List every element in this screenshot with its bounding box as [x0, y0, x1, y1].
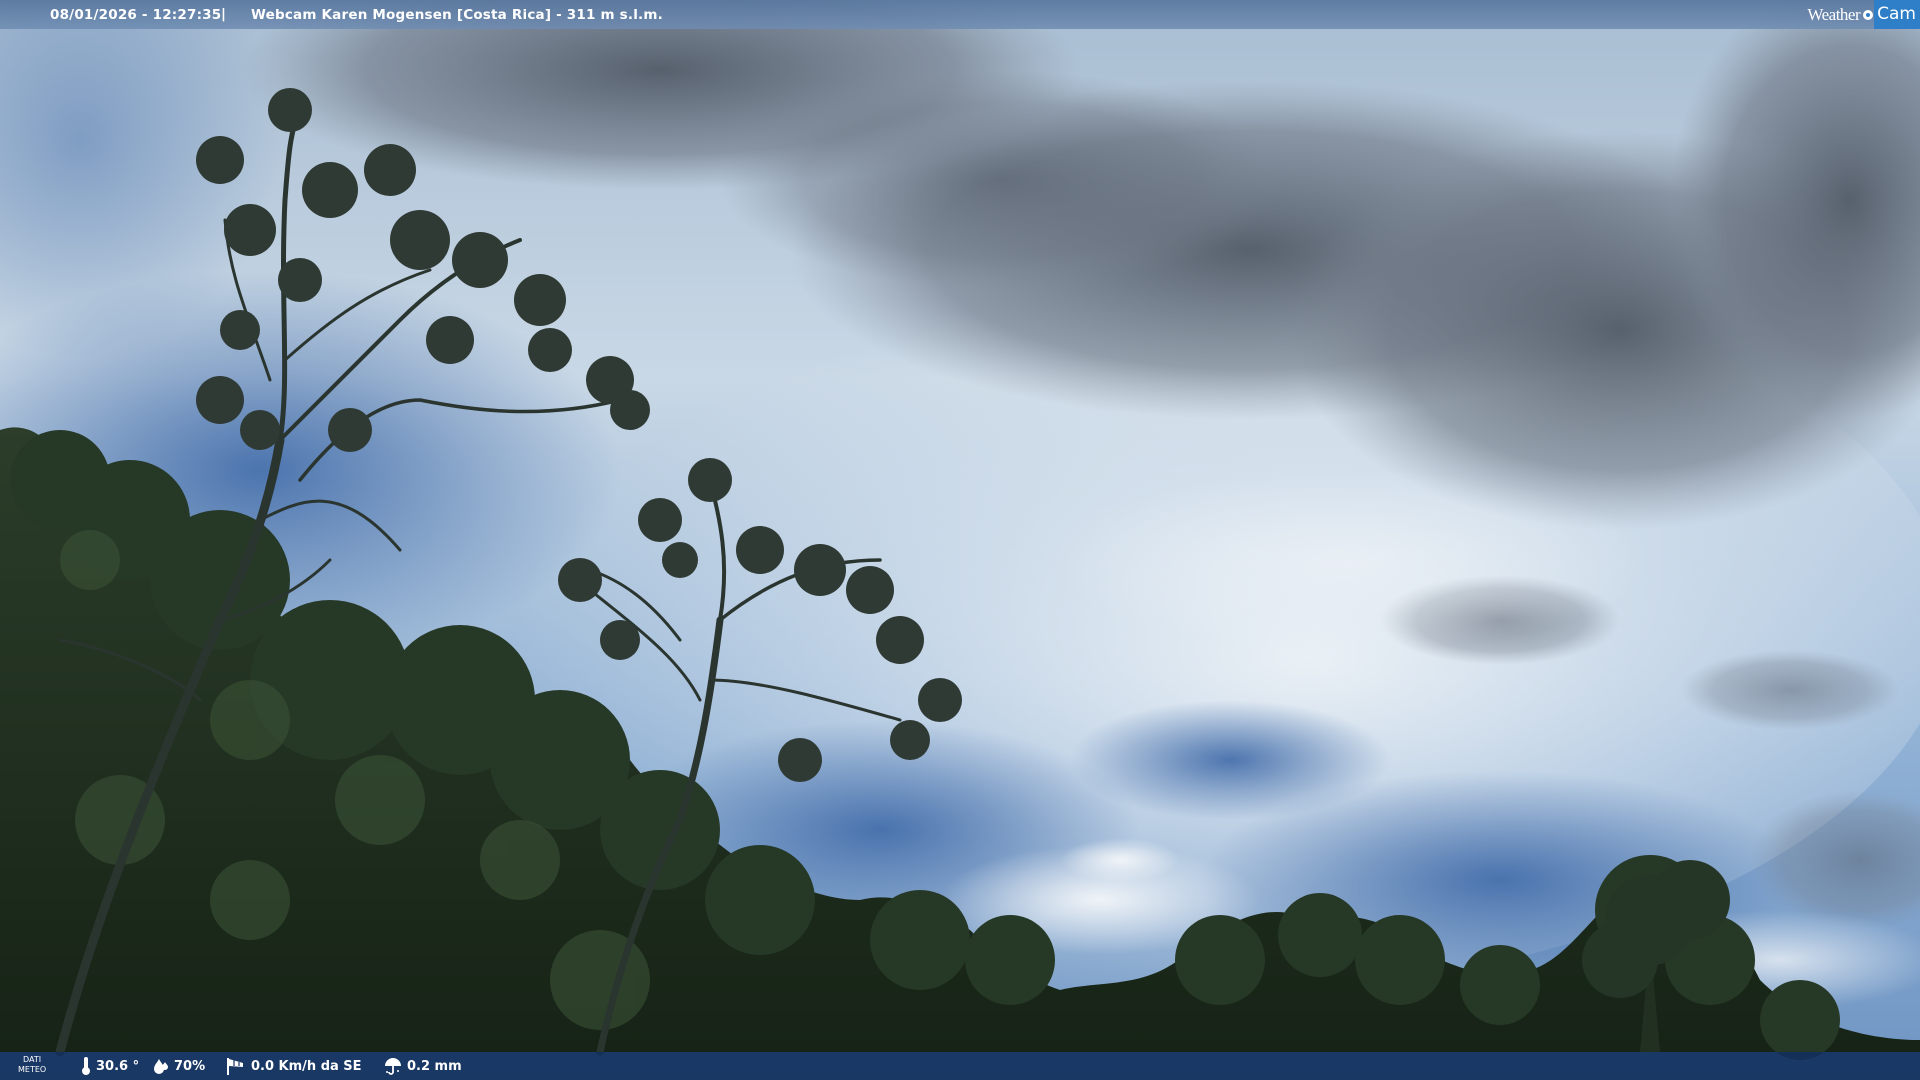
rain-stat: 0.2 mm	[383, 1056, 462, 1076]
webcam-scene	[0, 0, 1920, 1080]
weathercam-logo[interactable]: Weather Cam	[1807, 0, 1920, 29]
thermometer-icon	[82, 1057, 90, 1075]
webcam-title: Webcam Karen Mogensen [Costa Rica] - 311…	[251, 7, 663, 23]
rain-value: 0.2 mm	[407, 1058, 462, 1074]
wind-sock-icon	[227, 1058, 243, 1075]
meteo-label-line1: DATI	[23, 1055, 42, 1064]
logo-text-weather: Weather	[1807, 4, 1861, 24]
eye-icon	[1863, 9, 1874, 20]
header-separator: |	[221, 6, 226, 22]
humidity-stat: 70%	[152, 1056, 205, 1076]
weather-data-bar: DATI METEO 30.6 ° 70% 0.0 Km/h da SE 0.2…	[0, 1052, 1920, 1080]
umbrella-icon	[385, 1058, 401, 1075]
logo-text-cam: Cam	[1874, 0, 1920, 29]
temperature-stat: 30.6 °	[80, 1056, 139, 1076]
timestamp: 08/01/2026 - 12:27:35	[50, 7, 222, 23]
humidity-drop-icon	[154, 1059, 168, 1074]
meteo-label: DATI METEO	[18, 1055, 46, 1075]
header-bar: 08/01/2026 - 12:27:35 | Webcam Karen Mog…	[0, 0, 1920, 29]
meteo-label-line2: METEO	[18, 1065, 47, 1074]
wind-value: 0.0 Km/h da SE	[251, 1058, 362, 1074]
humidity-value: 70%	[174, 1058, 206, 1074]
wind-stat: 0.0 Km/h da SE	[225, 1056, 362, 1076]
temperature-value: 30.6 °	[96, 1058, 140, 1074]
